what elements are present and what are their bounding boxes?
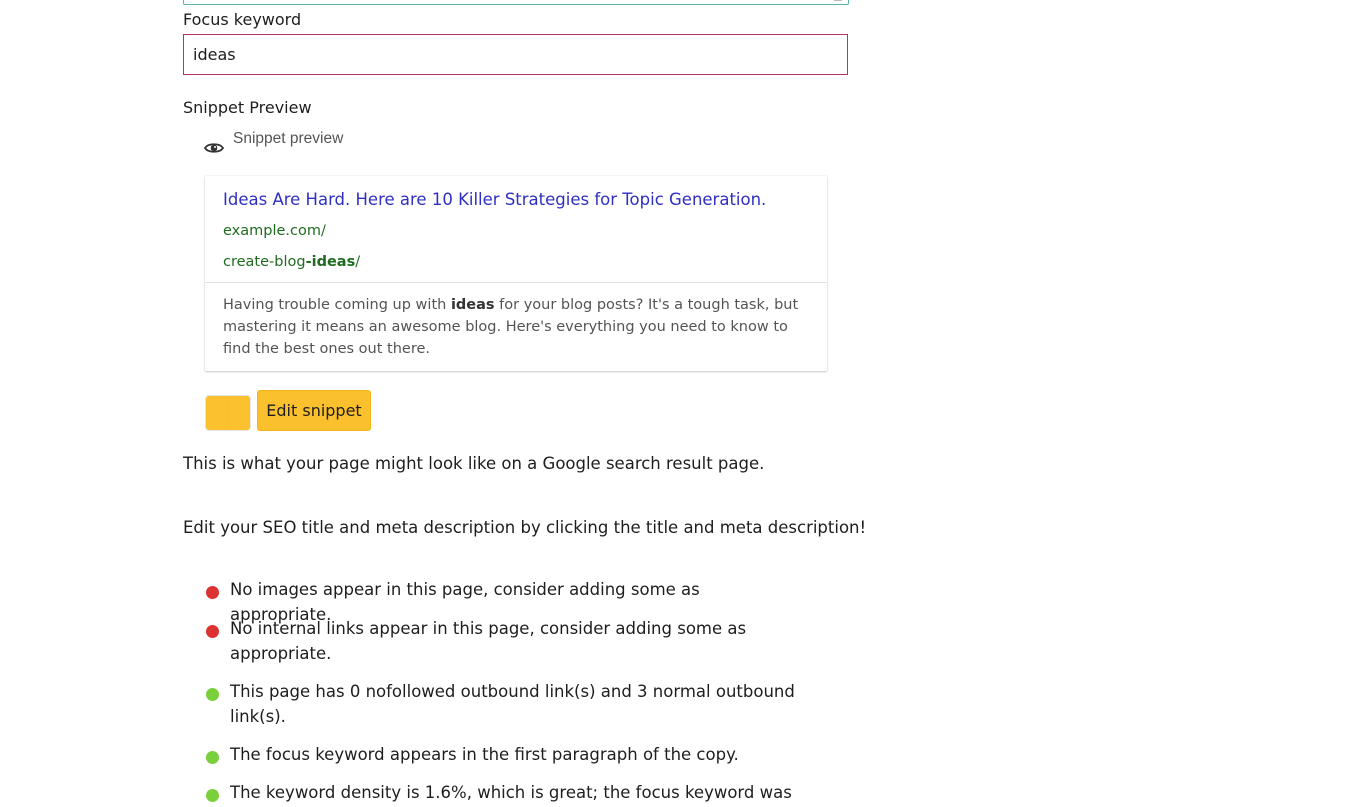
mode-toggle-left-half — [208, 398, 227, 428]
analysis-item-text: This page has 0 nofollowed outbound link… — [230, 682, 795, 726]
snippet-url-slug-suffix: / — [355, 254, 361, 270]
focus-keyword-label: Focus keyword — [183, 10, 302, 29]
bad-score-bullet-icon — [206, 586, 219, 599]
analysis-item: The keyword density is 1.6%, which is gr… — [204, 780, 804, 807]
bad-score-bullet-icon — [206, 625, 219, 638]
snippet-mode-indicator: Snippet preview — [204, 128, 343, 154]
analysis-item: The focus keyword appears in the first p… — [204, 742, 804, 767]
snippet-preview-heading: Snippet Preview — [183, 98, 312, 117]
snippet-url-slug[interactable]: create-blog-ideas/ — [223, 252, 360, 272]
snippet-preview-card: Ideas Are Hard. Here are 10 Killer Strat… — [205, 176, 827, 371]
focus-keyword-input[interactable] — [183, 34, 848, 75]
snippet-mode-label: Snippet preview — [233, 130, 344, 147]
preview-mode-toggle-button[interactable] — [205, 395, 251, 431]
snippet-help-text: This is what your page might look like o… — [183, 454, 765, 473]
eye-icon — [204, 143, 224, 153]
good-score-bullet-icon — [206, 688, 219, 701]
analysis-item-text: The focus keyword appears in the first p… — [230, 745, 739, 764]
snippet-desc-before: Having trouble coming up with — [223, 297, 451, 313]
analysis-item-text: The keyword density is 1.6%, which is gr… — [230, 783, 792, 802]
good-score-bullet-icon — [206, 751, 219, 764]
previous-textarea[interactable] — [183, 0, 849, 5]
snippet-url-slug-keyword: -ideas — [305, 254, 356, 270]
snippet-edit-help-text: Edit your SEO title and meta description… — [183, 518, 867, 537]
snippet-meta-description[interactable]: Having trouble coming up with ideas for … — [223, 294, 803, 360]
seo-metabox: Focus keyword Snippet Preview Snippet pr… — [0, 0, 1360, 807]
resize-grip-icon[interactable] — [834, 0, 842, 4]
mode-toggle-right-half — [229, 398, 248, 428]
analysis-item: This page has 0 nofollowed outbound link… — [204, 679, 804, 729]
good-score-bullet-icon — [206, 789, 219, 802]
analysis-item-text: No internal links appear in this page, c… — [230, 619, 747, 663]
snippet-url-base: example.com/ — [223, 223, 326, 239]
snippet-title[interactable]: Ideas Are Hard. Here are 10 Killer Strat… — [223, 188, 766, 212]
analysis-item: No internal links appear in this page, c… — [204, 616, 804, 666]
snippet-desc-keyword: ideas — [450, 297, 495, 313]
snippet-url-slug-prefix: create-blog — [223, 254, 306, 270]
edit-snippet-button[interactable]: Edit snippet — [257, 390, 371, 431]
snippet-preview-header: Ideas Are Hard. Here are 10 Killer Strat… — [205, 176, 827, 283]
